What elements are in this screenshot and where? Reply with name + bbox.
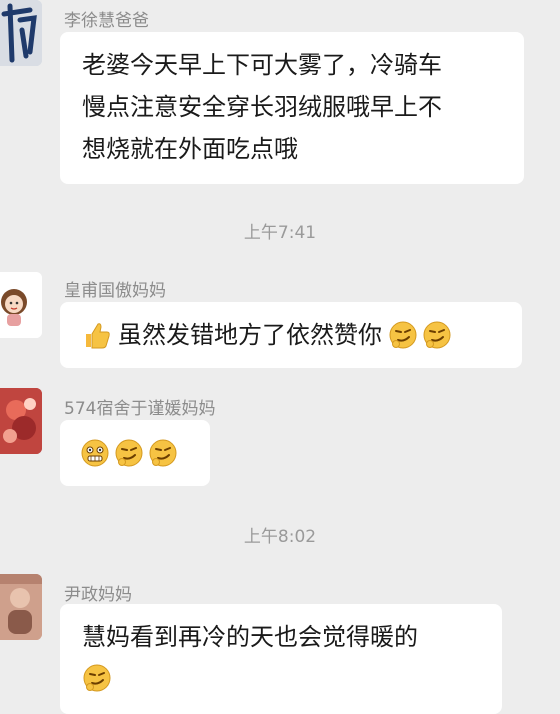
message-bubble[interactable]: 虽然发错地方了依然赞你 <box>60 302 522 368</box>
avatar[interactable] <box>0 0 42 66</box>
chat-thread: 李徐慧爸爸 老婆今天早上下可大雾了，冷骑车 慢点注意安全穿长羽绒服哦早上不 想烧… <box>0 0 560 714</box>
sender-name: 574宿舍于谨媛妈妈 <box>64 399 216 419</box>
message-bubble[interactable]: 老婆今天早上下可大雾了，冷骑车 慢点注意安全穿长羽绒服哦早上不 想烧就在外面吃点… <box>60 32 524 184</box>
avatar[interactable] <box>0 574 42 640</box>
avatar[interactable] <box>0 272 42 338</box>
message-text: 虽然发错地方了依然赞你 <box>118 321 382 349</box>
timestamp: 上午8:02 <box>243 527 317 547</box>
photo-avatar-icon <box>0 574 42 640</box>
message-text-line: 慢点注意安全穿长羽绒服哦早上不 <box>82 93 442 121</box>
avatar[interactable] <box>0 388 42 454</box>
message-bubble[interactable] <box>60 420 210 486</box>
message-bubble[interactable]: 慧妈看到再冷的天也会觉得暖的 <box>60 604 502 714</box>
emoji-line <box>82 658 480 698</box>
sender-name: 李徐慧爸爸 <box>64 11 149 31</box>
calligraphy-avatar-icon <box>0 0 42 66</box>
message-text-line: 想烧就在外面吃点哦 <box>82 135 298 163</box>
flower-avatar-icon <box>0 388 42 454</box>
smirk-icon <box>149 439 177 467</box>
cartoon-girl-avatar-icon <box>0 272 42 338</box>
smirk-icon <box>115 439 143 467</box>
smirk-icon <box>423 321 451 349</box>
sender-name: 尹政妈妈 <box>64 585 132 605</box>
message-text-line: 慧妈看到再冷的天也会觉得暖的 <box>82 623 418 651</box>
grimace-icon <box>81 439 109 467</box>
smirk-icon <box>389 321 417 349</box>
thumbs-up-icon <box>86 323 110 349</box>
message-text-line: 老婆今天早上下可大雾了，冷骑车 <box>82 51 442 79</box>
sender-name: 皇甫国傲妈妈 <box>64 281 166 301</box>
timestamp: 上午7:41 <box>243 223 317 243</box>
smirk-icon <box>83 664 111 692</box>
